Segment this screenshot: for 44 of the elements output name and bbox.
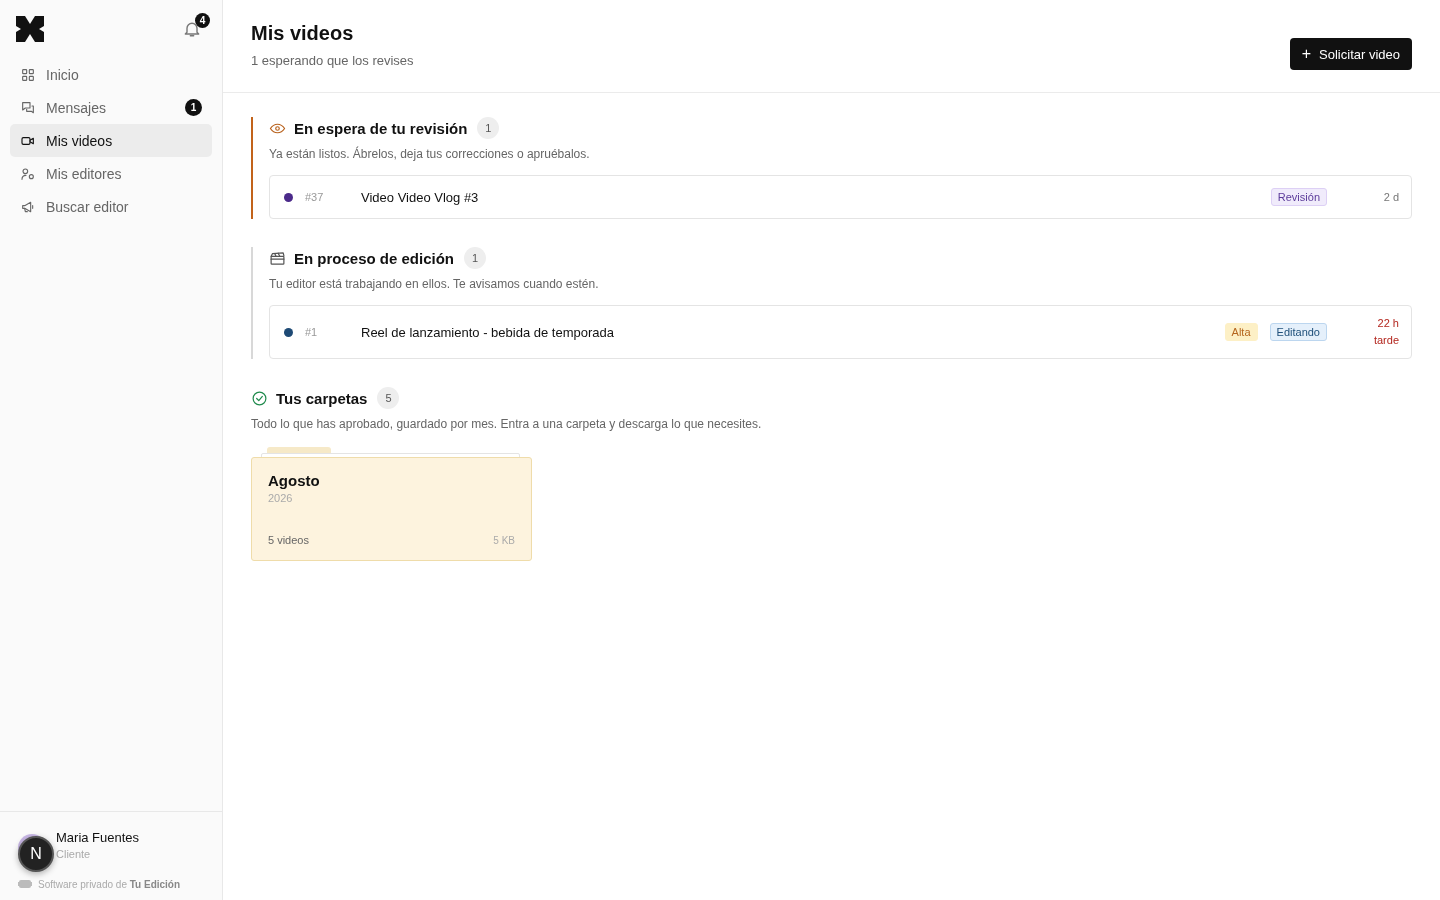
- folder-size: 5 KB: [493, 534, 515, 546]
- folder-year: 2026: [268, 492, 294, 504]
- footer-text: Software privado de Tu Edición: [38, 878, 181, 890]
- unread-badge: 1: [185, 99, 202, 116]
- page-title: Mis videos: [251, 22, 355, 45]
- nav-item[interactable]: Buscar editor: [10, 190, 212, 223]
- count-badge: 5: [377, 387, 400, 409]
- status-tag: Editando: [1269, 323, 1327, 341]
- people-icon: [20, 165, 36, 182]
- video-title: Reel de lanzamiento - bebida de temporada: [361, 324, 614, 340]
- clapperboard-icon: [269, 249, 286, 267]
- video-count: 5 videos: [268, 534, 309, 546]
- nav-item[interactable]: Mis editores: [10, 157, 212, 190]
- user-role: Cliente: [56, 848, 92, 860]
- time-label: 22 h tarde: [1372, 316, 1399, 348]
- chat-icon: [20, 99, 36, 116]
- user-name: Maria Fuentes: [56, 830, 140, 845]
- notification-count: 4: [195, 13, 210, 28]
- video-number: #1: [305, 326, 319, 338]
- grid-icon: [20, 66, 36, 83]
- nav-item[interactable]: Mensajes 1: [10, 91, 212, 124]
- section-title: Tus carpetas: [276, 389, 368, 407]
- folder-name: Agosto: [268, 472, 321, 489]
- count-badge: 1: [464, 247, 487, 269]
- section-description: Ya están listos. Ábrelos, deja tus correcciones o apruébalos.: [269, 147, 591, 161]
- check-circle-icon: [251, 389, 268, 407]
- section-title: En proceso de edición: [294, 249, 455, 267]
- video-title: Video Video Vlog #3: [361, 189, 479, 205]
- time-label: 2 d: [1382, 189, 1399, 205]
- request-video-button[interactable]: + Solicitar video: [1289, 38, 1412, 70]
- section-description: Tu editor está trabajando en ellos. Te avisamos cuando estén.: [269, 277, 600, 291]
- video-number: #37: [305, 191, 325, 203]
- section-description: Todo lo que has aprobado, guardado por mes. Entra a una carpeta y descarga lo que necesites.: [251, 417, 763, 431]
- video-row[interactable]: #37 Video Video Vlog #3 Revisión 2 d: [269, 175, 1412, 219]
- folder-card[interactable]: Agosto 2026 5 videos 5 KB: [251, 457, 532, 561]
- count-badge: 1: [477, 117, 500, 139]
- nav-item[interactable]: Inicio: [10, 58, 212, 91]
- status-tag: Alta: [1224, 323, 1258, 341]
- video-row[interactable]: #1 Reel de lanzamiento - bebida de temporada Alta Editando 22 h tarde: [269, 305, 1412, 359]
- section-title: En espera de tu revisión: [294, 119, 468, 137]
- status-tag: Revisión: [1270, 188, 1327, 206]
- nav-item[interactable]: Mis videos: [10, 124, 212, 157]
- page-subtitle: 1 esperando que los revises: [251, 53, 414, 68]
- logo: [16, 16, 44, 42]
